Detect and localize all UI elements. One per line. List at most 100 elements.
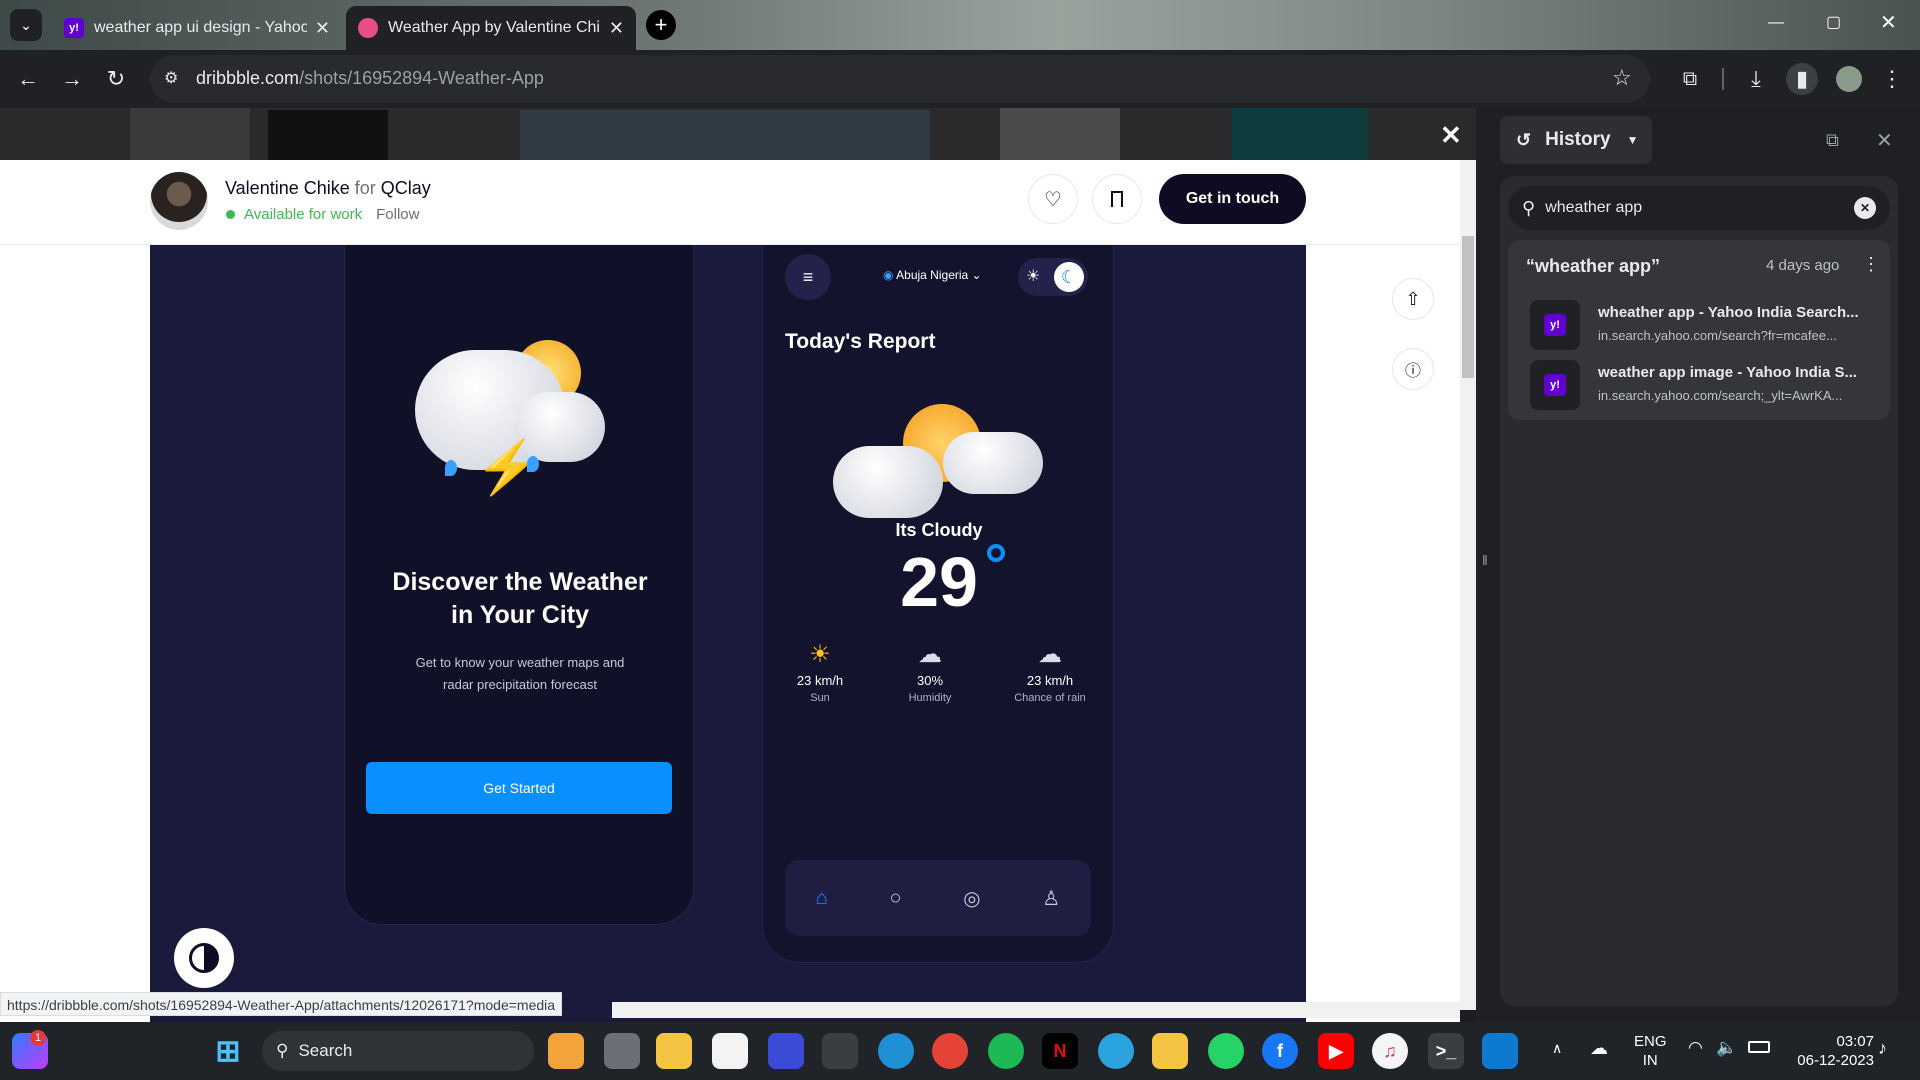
language-top[interactable]: ENG [1634,1032,1667,1051]
volume-mute-icon[interactable]: 🔈 [1716,1038,1737,1058]
horizontal-scrollbar[interactable] [612,1002,1460,1018]
bookmark-icon [1111,191,1123,207]
start-windows-icon[interactable]: ⊞ [210,1033,246,1069]
reload-button[interactable]: ↻ [100,63,132,95]
close-modal-button[interactable]: ✕ [1440,120,1462,151]
like-button[interactable]: ♡ [1028,174,1078,224]
bookmark-star-icon[interactable]: ☆ [1612,65,1632,91]
history-item[interactable]: y! weather app image - Yahoo India S... … [1530,360,1880,410]
close-icon[interactable]: ✕ [315,18,330,39]
tab-search-button[interactable]: ⌄ [10,9,42,41]
menu-kebab-icon[interactable]: ⋮ [1876,63,1908,95]
hamburger-menu-icon[interactable]: ≡ [785,254,831,300]
history-item-title: weather app image - Yahoo India S... [1598,364,1857,381]
compass-icon[interactable]: ◎ [963,886,980,911]
author-avatar[interactable] [150,172,208,230]
clear-search-icon[interactable]: ✕ [1854,197,1876,219]
contrast-icon [189,943,219,973]
battery-icon[interactable] [1748,1041,1770,1053]
home-icon[interactable]: ⌂ [816,887,828,910]
wifi-icon[interactable]: ◠ [1688,1038,1703,1058]
author-name[interactable]: Valentine Chike [225,178,350,198]
for-label: for [354,178,376,198]
thumbnail[interactable] [268,110,388,160]
thumbnail[interactable] [1232,108,1368,160]
history-item[interactable]: y! wheather app - Yahoo India Search... … [1530,300,1880,350]
tab-yahoo[interactable]: y! weather app ui design - Yahoo ✕ [52,6,342,50]
scrollbar-thumb[interactable] [1462,236,1474,378]
clock-time[interactable]: 03:07 [1778,1032,1874,1051]
language-bottom[interactable]: IN [1634,1051,1667,1070]
group-title: “wheather app” [1526,256,1661,276]
whatsapp-icon[interactable] [1208,1033,1244,1069]
spotify-icon[interactable] [988,1033,1024,1069]
contrast-toggle-button[interactable] [174,928,234,988]
maximize-button[interactable]: ▢ [1826,12,1841,32]
group-menu-icon[interactable]: ⋮ [1862,254,1880,275]
chrome-icon[interactable] [932,1033,968,1069]
notification-bell-icon[interactable]: ♪ [1878,1038,1887,1059]
facebook-icon[interactable]: f [1262,1033,1298,1069]
close-icon[interactable]: ✕ [609,18,624,39]
taskbar-search[interactable]: ⚲ Search [262,1031,534,1071]
app-icon[interactable] [1152,1033,1188,1069]
site-info-icon[interactable]: ⚙ [164,68,178,88]
tab-dribbble[interactable]: Weather App by Valentine Chik ✕ [346,6,636,50]
info-button[interactable]: ⓘ [1392,348,1434,390]
raindrop-icon [527,456,539,472]
side-panel-icon[interactable]: ▮ [1786,63,1818,95]
clock-date[interactable]: 06-12-2023 [1778,1051,1874,1070]
location-label[interactable]: Abuja Nigeria [896,268,968,282]
app-icon[interactable] [822,1033,858,1069]
onboarding-subtitle: Get to know your weather maps and [415,655,625,670]
get-started-button[interactable]: Get Started [366,762,672,814]
back-button[interactable]: ← [12,63,44,95]
widgets-icon[interactable] [548,1033,584,1069]
search-icon[interactable]: ○ [889,887,901,910]
new-tab-button[interactable]: + [646,10,676,40]
save-button[interactable] [1092,174,1142,224]
theme-toggle[interactable]: ☀ ☾ [1018,258,1088,296]
thumbnail[interactable] [520,110,930,160]
windows-taskbar: 1 ⊞ ⚲ Search N f ▶ ♫ >_ ∧ ☁ ENG IN ◠ 🔈 0… [0,1022,1920,1080]
terminal-icon[interactable]: >_ [1428,1033,1464,1069]
microsoft-store-icon[interactable] [712,1033,748,1069]
window-close-button[interactable]: ✕ [1880,10,1897,35]
netflix-icon[interactable]: N [1042,1033,1078,1069]
telegram-icon[interactable] [1098,1033,1134,1069]
file-explorer-icon[interactable] [656,1033,692,1069]
group-time: 4 days ago [1766,257,1840,274]
history-dropdown[interactable]: ↺ History ▼ [1500,116,1652,164]
thumbnail[interactable] [130,108,250,160]
share-button[interactable]: ⇧ [1392,278,1434,320]
onedrive-icon[interactable]: ☁ [1590,1038,1608,1059]
stat-value: 23 km/h [1026,673,1074,688]
itunes-icon[interactable]: ♫ [1372,1033,1408,1069]
team-name[interactable]: QClay [381,178,431,198]
profile-avatar[interactable] [1836,66,1862,92]
chevron-up-icon[interactable]: ∧ [1552,1040,1562,1057]
extensions-icon[interactable]: ⧉ [1674,63,1706,95]
app-icon[interactable] [768,1033,804,1069]
resize-handle[interactable]: ‖ [1482,552,1488,568]
follow-link[interactable]: Follow [376,206,419,223]
shot-image[interactable]: ⚡ Discover the Weather in Your City Get … [150,245,1306,1022]
phone-onboarding: ⚡ Discover the Weather in Your City Get … [344,245,694,925]
task-view-icon[interactable] [604,1033,640,1069]
thumbnail[interactable] [1000,108,1120,160]
weather-stats: ☀ 23 km/h Sun ☁ 30% Humidity ☁ 23 km/h C… [775,640,1105,704]
youtube-icon[interactable]: ▶ [1318,1033,1354,1069]
edge-icon[interactable] [878,1033,914,1069]
user-icon[interactable]: ♙ [1042,886,1060,911]
forward-button[interactable]: → [56,63,88,95]
address-bar[interactable]: ⚙ dribbble.com/shots/16952894-Weather-Ap… [150,55,1650,103]
download-icon[interactable]: ⤓ [1740,63,1772,95]
close-panel-icon[interactable]: ✕ [1876,128,1893,153]
vscode-icon[interactable] [1482,1033,1518,1069]
history-search-field[interactable]: ⚲ wheather app ✕ [1508,186,1890,230]
get-in-touch-button[interactable]: Get in touch [1159,174,1306,224]
page-scrollbar[interactable] [1460,160,1476,1010]
minimize-button[interactable]: — [1768,14,1784,32]
search-input[interactable]: wheather app [1545,199,1854,217]
open-in-new-tab-icon[interactable]: ⧉ [1826,130,1839,151]
